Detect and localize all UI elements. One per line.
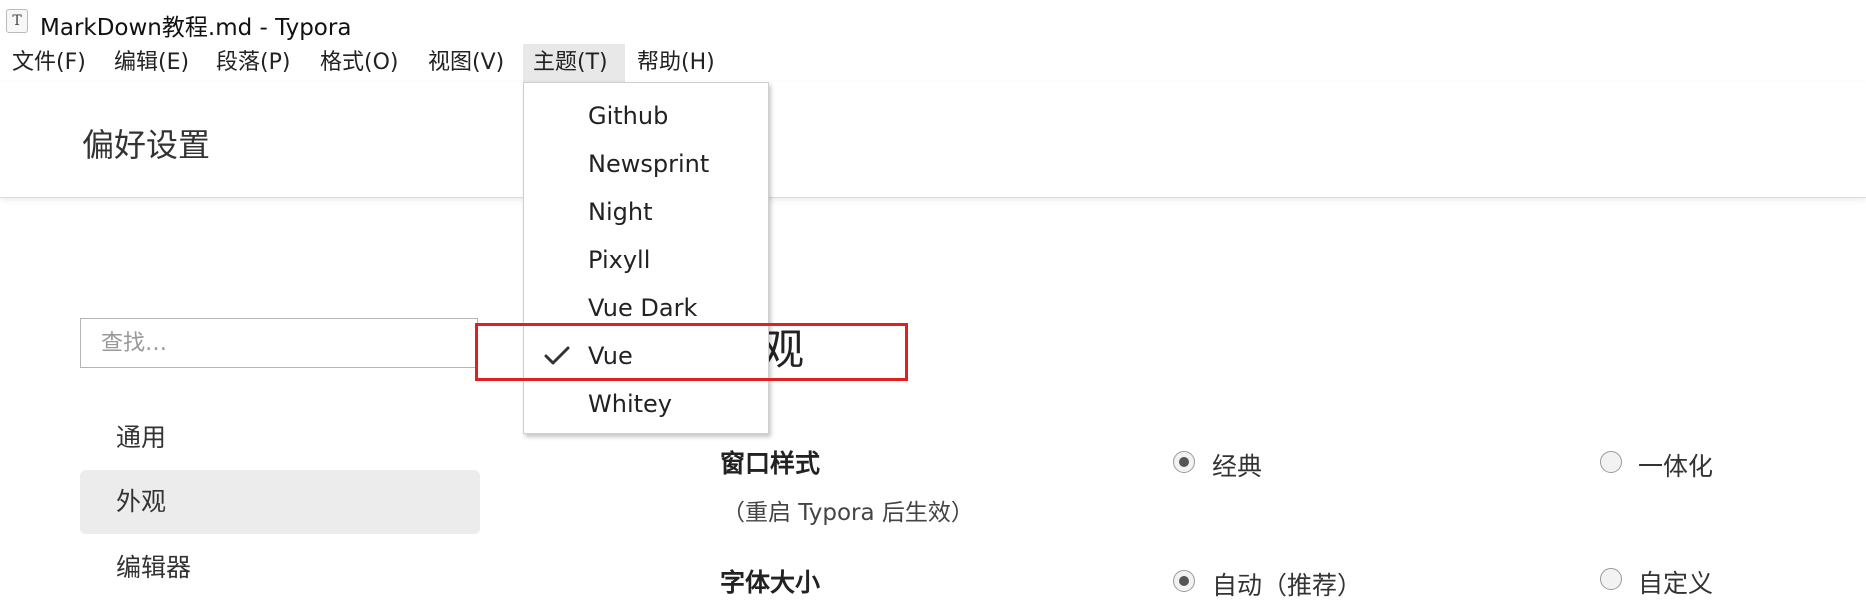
radio-unified[interactable] [1600, 451, 1622, 473]
highlight-annotation-box [475, 323, 908, 381]
theme-item-newsprint[interactable]: Newsprint [588, 144, 709, 184]
nav-item-appearance[interactable]: 外观 [80, 470, 480, 534]
nav-item-editor[interactable]: 编辑器 [80, 536, 480, 600]
font-size-label: 字体大小 [720, 568, 821, 597]
radio-custom-font-label[interactable]: 自定义 [1638, 564, 1713, 600]
preferences-title: 偏好设置 [82, 126, 211, 164]
radio-auto-font-label[interactable]: 自动（推荐） [1212, 566, 1362, 602]
title-bar: T MarkDown教程.md - Typora [0, 0, 1866, 42]
preferences-header: 偏好设置 [0, 82, 1866, 198]
menu-theme[interactable]: 主题(T) [523, 44, 625, 82]
radio-classic[interactable] [1173, 451, 1195, 473]
radio-classic-label[interactable]: 经典 [1212, 447, 1262, 483]
window-style-label: 窗口样式 [720, 449, 821, 478]
menu-bar: 文件(F) 编辑(E) 段落(P) 格式(O) 视图(V) 主题(T) 帮助(H… [0, 44, 1866, 82]
search-input[interactable] [80, 318, 478, 368]
radio-auto-font[interactable] [1173, 570, 1195, 592]
theme-item-pixyll[interactable]: Pixyll [588, 240, 650, 280]
menu-paragraph[interactable]: 段落(P) [206, 44, 300, 82]
menu-help[interactable]: 帮助(H) [627, 44, 725, 82]
window-style-note: （重启 Typora 后生效） [722, 500, 974, 526]
theme-item-whitey[interactable]: Whitey [588, 384, 672, 424]
menu-file[interactable]: 文件(F) [2, 44, 96, 82]
theme-item-night[interactable]: Night [588, 192, 652, 232]
radio-unified-label[interactable]: 一体化 [1638, 447, 1713, 483]
nav-item-general[interactable]: 通用 [80, 406, 480, 470]
typora-app-icon: T [6, 9, 28, 33]
menu-view[interactable]: 视图(V) [418, 44, 514, 82]
theme-dropdown-menu: Github Newsprint Night Pixyll Vue Dark V… [523, 82, 769, 434]
theme-item-github[interactable]: Github [588, 96, 668, 136]
theme-item-vue-dark[interactable]: Vue Dark [588, 288, 697, 328]
radio-custom-font[interactable] [1600, 568, 1622, 590]
menu-edit[interactable]: 编辑(E) [104, 44, 199, 82]
menu-format[interactable]: 格式(O) [310, 44, 408, 82]
window-title: MarkDown教程.md - Typora [40, 15, 352, 41]
